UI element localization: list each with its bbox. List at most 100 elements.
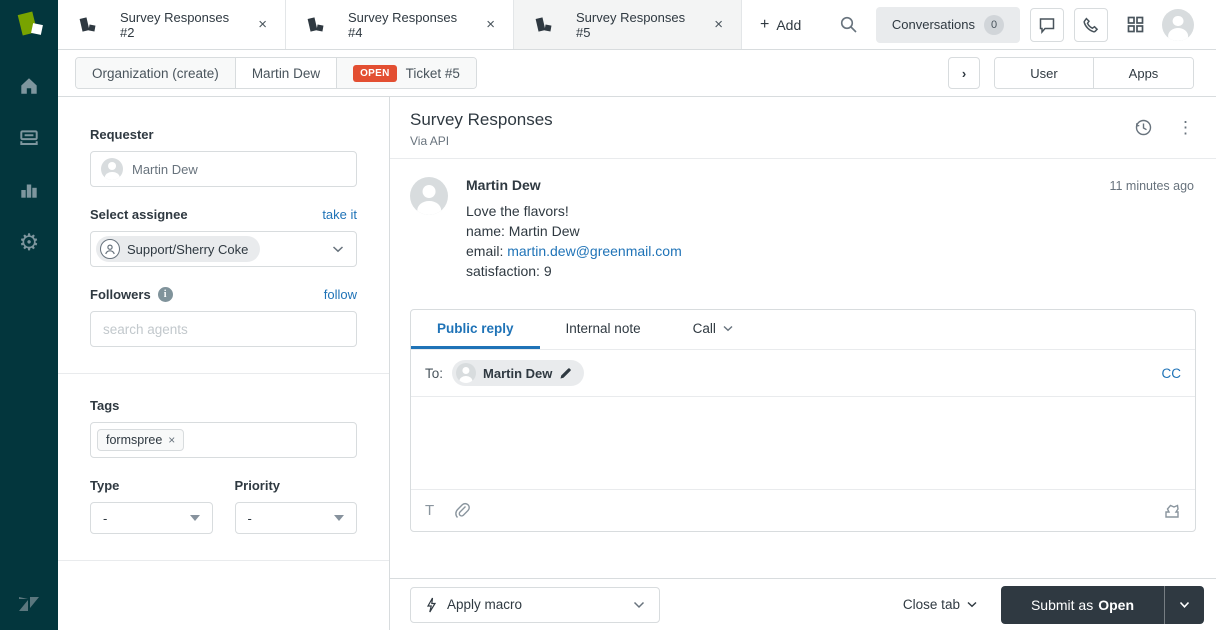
ticket-tab-bar: Survey Responses #2 × Survey Responses #…: [58, 0, 1216, 50]
panel-divider: [58, 560, 389, 561]
events-history-icon[interactable]: [1134, 118, 1153, 137]
submit-button-group: Submit as Open: [1001, 586, 1204, 624]
type-select[interactable]: -: [90, 502, 213, 534]
submit-options-caret[interactable]: [1164, 586, 1204, 624]
ticket-title: Survey Responses: [410, 110, 553, 130]
followers-label: Followers i: [90, 287, 173, 302]
tags-label: Tags: [90, 398, 119, 413]
tab-subtitle: #2: [120, 25, 252, 40]
message-timestamp: 11 minutes ago: [1109, 179, 1196, 193]
message-body: Love the flavors! name: Martin Dew email…: [466, 201, 1196, 281]
ticket-tab-5-active[interactable]: Survey Responses #5 ×: [514, 0, 742, 49]
stamp-apps-icon[interactable]: [1163, 502, 1181, 520]
tab-internal-note[interactable]: Internal note: [540, 310, 667, 349]
chevron-down-icon: [332, 245, 344, 253]
chevron-down-icon: [633, 601, 645, 609]
tab-call[interactable]: Call: [667, 310, 759, 349]
close-tab-icon[interactable]: ×: [708, 14, 729, 35]
caret-down-icon: [190, 515, 200, 521]
apply-macro-button[interactable]: Apply macro: [410, 587, 660, 623]
views-icon[interactable]: [17, 126, 41, 150]
reporting-icon[interactable]: [17, 178, 41, 202]
submit-as-open-button[interactable]: Submit as Open: [1001, 586, 1164, 624]
edit-pencil-icon: [559, 367, 572, 380]
home-icon[interactable]: [17, 74, 41, 98]
tab-title: Survey Responses: [120, 10, 252, 25]
message: Martin Dew 11 minutes ago Love the flavo…: [410, 177, 1196, 281]
tab-apps[interactable]: Apps: [1094, 58, 1193, 88]
recipient-avatar: [456, 363, 476, 383]
breadcrumb-ticket[interactable]: OPEN Ticket #5: [337, 58, 476, 88]
composer-toolbar: T: [411, 489, 1195, 531]
message-line: Love the flavors!: [466, 201, 1196, 221]
tab-user[interactable]: User: [995, 58, 1094, 88]
conversations-button[interactable]: Conversations 0: [876, 7, 1020, 43]
close-tab-icon[interactable]: ×: [480, 14, 501, 35]
type-label: Type: [90, 478, 119, 493]
chat-bubble-icon: [1038, 16, 1056, 34]
ticket-properties-panel: Requester Martin Dew Select assignee tak…: [58, 97, 390, 630]
reply-composer: Public reply Internal note Call To: Mart…: [410, 309, 1196, 532]
breadcrumb-user[interactable]: Martin Dew: [236, 58, 337, 88]
tab-public-reply[interactable]: Public reply: [411, 310, 540, 349]
reply-text-area[interactable]: [411, 397, 1195, 489]
breadcrumb: Organization (create) Martin Dew OPEN Ti…: [75, 57, 477, 89]
zendesk-relay-logo[interactable]: [0, 0, 58, 50]
requester-field[interactable]: Martin Dew: [90, 151, 357, 187]
admin-gear-icon[interactable]: ⚙: [17, 230, 41, 254]
conversation-area: Martin Dew 11 minutes ago Love the flavo…: [390, 159, 1216, 578]
zendesk-logomark: [17, 592, 41, 616]
follow-link[interactable]: follow: [324, 287, 357, 302]
phone-button[interactable]: [1074, 8, 1108, 42]
plus-icon: +: [760, 16, 769, 34]
recipient-pill[interactable]: Martin Dew: [452, 360, 584, 386]
type-value: -: [103, 511, 107, 526]
info-icon[interactable]: i: [158, 287, 173, 302]
requester-value: Martin Dew: [132, 162, 198, 177]
text-format-icon[interactable]: T: [425, 502, 434, 519]
ticket-header: Survey Responses Via API ⋮: [390, 97, 1216, 159]
tag-formspree: formspree ×: [97, 429, 184, 451]
composer-tabs: Public reply Internal note Call: [411, 310, 1195, 350]
ticket-number-label: Ticket #5: [406, 66, 460, 81]
person-icon: [100, 239, 120, 259]
message-avatar: [410, 177, 448, 215]
close-tab-icon[interactable]: ×: [252, 14, 273, 35]
context-panel-tabs: User Apps: [994, 57, 1194, 89]
tab-subtitle: #4: [348, 25, 480, 40]
collapse-panel-button[interactable]: ›: [948, 57, 980, 89]
priority-label: Priority: [235, 478, 281, 493]
kebab-menu-icon[interactable]: ⋮: [1177, 120, 1194, 136]
apps-grid-icon[interactable]: [1118, 8, 1152, 42]
recipient-name: Martin Dew: [483, 366, 552, 381]
tags-field[interactable]: formspree ×: [90, 422, 357, 458]
search-icon[interactable]: [839, 15, 858, 34]
ticket-tab-2[interactable]: Survey Responses #2 ×: [58, 0, 286, 49]
assignee-select[interactable]: Support/Sherry Coke: [90, 231, 357, 267]
requester-label: Requester: [90, 127, 154, 142]
user-avatar[interactable]: [1162, 9, 1194, 41]
close-tab-dropdown[interactable]: Close tab: [903, 597, 977, 612]
macro-bolt-icon: [425, 597, 437, 613]
ticket-product-icon: [308, 15, 326, 35]
ticket-main: Survey Responses Via API ⋮ Martin Dew: [390, 97, 1216, 630]
ticket-channel: Via API: [410, 134, 553, 148]
followers-search-input[interactable]: [90, 311, 357, 347]
chevron-down-icon: [967, 601, 977, 608]
message-line: email: martin.dew@greenmail.com: [466, 241, 1196, 261]
recipient-row: To: Martin Dew CC: [411, 350, 1195, 397]
ticket-tab-4[interactable]: Survey Responses #4 ×: [286, 0, 514, 49]
add-tab-button[interactable]: + Add: [742, 0, 819, 49]
take-it-link[interactable]: take it: [322, 207, 357, 222]
attachment-paperclip-icon[interactable]: [454, 502, 470, 520]
remove-tag-icon[interactable]: ×: [168, 433, 175, 447]
breadcrumb-organization[interactable]: Organization (create): [76, 58, 236, 88]
message-line: name: Martin Dew: [466, 221, 1196, 241]
priority-select[interactable]: -: [235, 502, 358, 534]
cc-link[interactable]: CC: [1162, 366, 1182, 381]
priority-value: -: [248, 511, 252, 526]
add-label: Add: [776, 17, 801, 33]
message-author[interactable]: Martin Dew: [466, 177, 541, 193]
chat-button[interactable]: [1030, 8, 1064, 42]
email-link[interactable]: martin.dew@greenmail.com: [507, 243, 682, 259]
